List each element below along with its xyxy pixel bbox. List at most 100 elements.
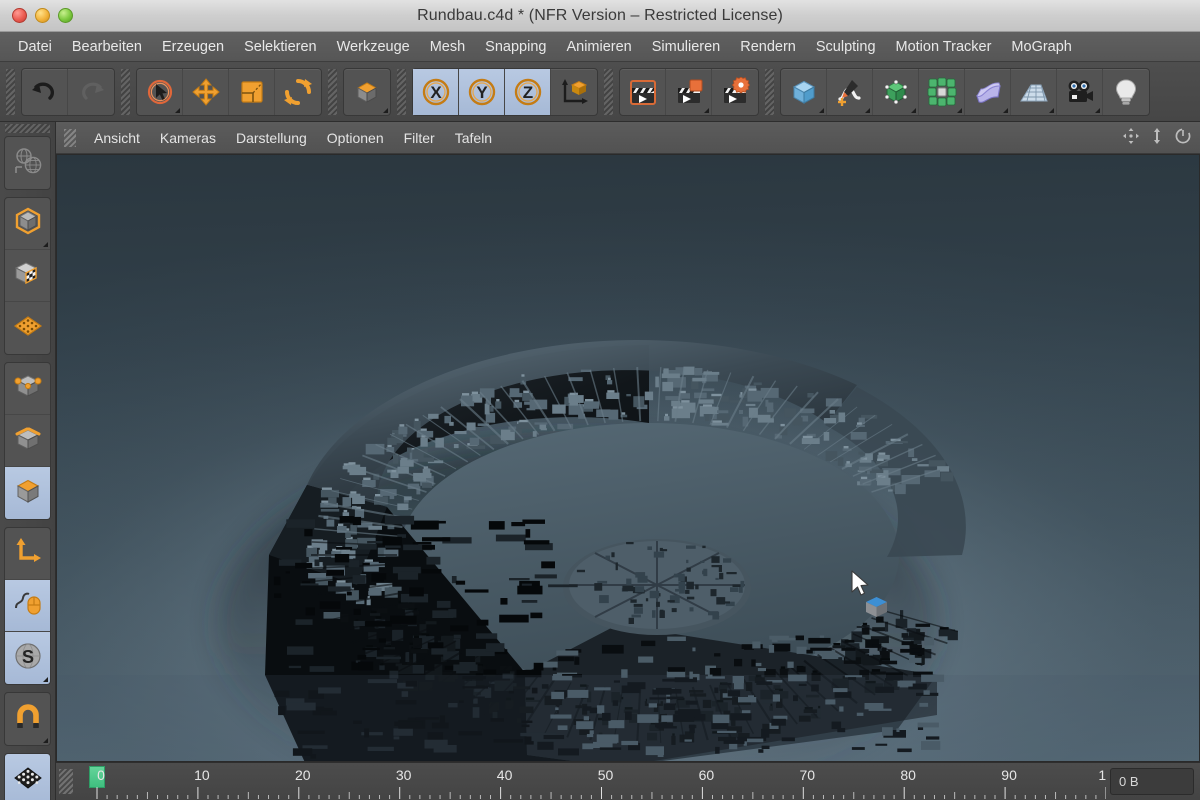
- orange-grid-plane-icon: [13, 311, 43, 346]
- svg-text:Y: Y: [476, 83, 488, 102]
- viewport-menu-optionen[interactable]: Optionen: [317, 122, 394, 154]
- redo-button[interactable]: [68, 69, 114, 115]
- viewport-menu-darstellung[interactable]: Darstellung: [226, 122, 317, 154]
- undo-button[interactable]: [22, 68, 68, 115]
- live-selection-tool[interactable]: [137, 68, 183, 115]
- x-axis-lock[interactable]: X: [413, 68, 459, 115]
- viewport-nav-icons: [1122, 122, 1192, 154]
- workplane-mode-button[interactable]: [5, 302, 50, 354]
- more-options-corner-icon[interactable]: [819, 107, 824, 113]
- menu-item-rendern[interactable]: Rendern: [730, 32, 806, 61]
- toolbar-grip-object-axis[interactable]: [328, 68, 337, 115]
- menu-item-erzeugen[interactable]: Erzeugen: [152, 32, 234, 61]
- camera-icon: [1065, 77, 1095, 107]
- z-axis-icon: Z: [513, 77, 543, 107]
- texture-mode-button[interactable]: [5, 250, 50, 302]
- rotate-tool[interactable]: [275, 69, 321, 115]
- more-options-corner-icon[interactable]: [383, 107, 388, 113]
- workplane-button[interactable]: [5, 754, 50, 800]
- menu-item-bearbeiten[interactable]: Bearbeiten: [62, 32, 152, 61]
- left-toolbar-grip[interactable]: [5, 124, 50, 133]
- add-light-button[interactable]: [1103, 69, 1149, 115]
- viewport-3d[interactable]: [56, 154, 1200, 762]
- menu-item-motion-tracker[interactable]: Motion Tracker: [886, 32, 1002, 61]
- render-region-icon: [674, 77, 704, 107]
- menu-item-mograph[interactable]: MoGraph: [1001, 32, 1081, 61]
- pan-view-icon[interactable]: [1122, 127, 1140, 150]
- menu-item-simulieren[interactable]: Simulieren: [642, 32, 731, 61]
- more-options-corner-icon[interactable]: [43, 242, 48, 247]
- toolbar-grip-axis-locks[interactable]: [397, 68, 406, 115]
- viewport-solo-button[interactable]: [5, 580, 50, 632]
- render-region-button[interactable]: [666, 68, 712, 115]
- toolbar-group-history: [21, 67, 115, 116]
- add-deformer-button[interactable]: [965, 68, 1011, 115]
- light-bulb-icon: [1111, 77, 1141, 107]
- spline-pen-icon: [835, 77, 865, 107]
- menu-item-mesh[interactable]: Mesh: [420, 32, 475, 61]
- add-environment-button[interactable]: [1011, 68, 1057, 115]
- polygon-cube-icon: [13, 476, 43, 511]
- point-cube-icon: [13, 371, 43, 406]
- add-camera-button[interactable]: [1057, 68, 1103, 115]
- floor-grid-icon: [1019, 77, 1049, 107]
- move-tool[interactable]: [183, 68, 229, 115]
- left-group-grid-group: [4, 753, 51, 800]
- menu-item-sculpting[interactable]: Sculpting: [806, 32, 886, 61]
- menu-item-snapping[interactable]: Snapping: [475, 32, 556, 61]
- polygons-mode-button[interactable]: [5, 467, 50, 519]
- viewport-grip[interactable]: [64, 128, 76, 147]
- enable-axis-button[interactable]: [5, 528, 50, 580]
- render-view-button[interactable]: [620, 68, 666, 115]
- render-settings-button[interactable]: [712, 69, 758, 115]
- more-options-corner-icon[interactable]: [865, 107, 870, 113]
- undo-arrow-icon: [30, 77, 60, 107]
- toolbar-grip-transform-tools[interactable]: [121, 68, 130, 115]
- more-options-corner-icon[interactable]: [43, 677, 48, 682]
- world-object-axis-button[interactable]: [344, 69, 390, 115]
- scale-tool[interactable]: [229, 68, 275, 115]
- viewport-menu-filter[interactable]: Filter: [394, 122, 445, 154]
- toolbar-grip-render-tools[interactable]: [604, 68, 613, 115]
- toolbar-grip-create-tools[interactable]: [765, 68, 774, 115]
- more-options-corner-icon[interactable]: [175, 107, 180, 113]
- more-options-corner-icon[interactable]: [43, 738, 48, 743]
- more-options-corner-icon[interactable]: [1049, 107, 1054, 113]
- menu-item-animieren[interactable]: Animieren: [556, 32, 641, 61]
- add-spline-button[interactable]: [827, 68, 873, 115]
- left-group-component-group: [4, 362, 51, 520]
- zoom-view-icon[interactable]: [1150, 127, 1164, 150]
- bend-deformer-icon: [973, 77, 1003, 107]
- coordinate-system-button[interactable]: [551, 69, 597, 115]
- more-options-corner-icon[interactable]: [704, 107, 709, 113]
- viewport-menu-kameras[interactable]: Kameras: [150, 122, 226, 154]
- y-axis-lock[interactable]: Y: [459, 68, 505, 115]
- toolbar-grip-history[interactable]: [6, 68, 15, 115]
- add-cube-button[interactable]: [781, 68, 827, 115]
- left-toolbar: S: [0, 122, 56, 800]
- timeline-grip[interactable]: [59, 769, 73, 794]
- viewport-menu-tafeln[interactable]: Tafeln: [445, 122, 502, 154]
- enable-snap-button[interactable]: [5, 693, 50, 745]
- more-options-corner-icon[interactable]: [1003, 107, 1008, 113]
- more-options-corner-icon[interactable]: [911, 107, 916, 113]
- svg-text:S: S: [21, 647, 33, 667]
- soft-selection-button[interactable]: S: [5, 632, 50, 684]
- add-generator-button[interactable]: [873, 68, 919, 115]
- more-options-corner-icon[interactable]: [957, 107, 962, 113]
- timeline-track[interactable]: 0 10 20 30 40 50 60 70 80 90 100: [77, 763, 1106, 800]
- menu-item-werkzeuge[interactable]: Werkzeuge: [327, 32, 420, 61]
- object-mode-button[interactable]: [5, 198, 50, 250]
- undo-view-button[interactable]: [5, 137, 50, 189]
- menu-item-datei[interactable]: Datei: [8, 32, 62, 61]
- cinema4d-window: Rundbau.c4d * (NFR Version – Restricted …: [0, 0, 1200, 800]
- viewport-menu-ansicht[interactable]: Ansicht: [84, 122, 150, 154]
- add-mograph-button[interactable]: [919, 68, 965, 115]
- z-axis-lock[interactable]: Z: [505, 68, 551, 115]
- more-options-corner-icon[interactable]: [1095, 107, 1100, 113]
- rotate-view-icon[interactable]: [1174, 127, 1192, 150]
- mouse-spline-icon: [13, 588, 43, 623]
- points-mode-button[interactable]: [5, 363, 50, 415]
- menu-item-selektieren[interactable]: Selektieren: [234, 32, 327, 61]
- edges-mode-button[interactable]: [5, 415, 50, 467]
